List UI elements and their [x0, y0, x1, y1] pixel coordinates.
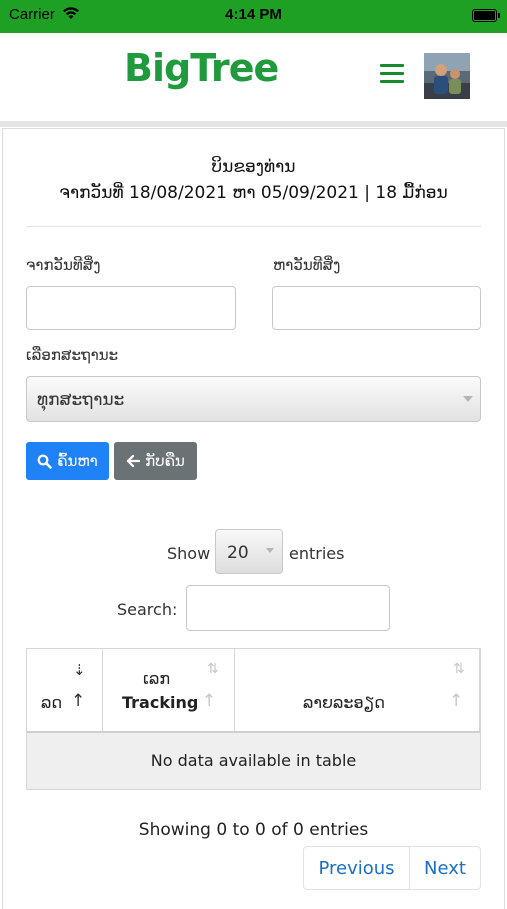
table-row: No data available in table — [27, 733, 480, 789]
chevron-down-icon — [262, 544, 274, 560]
column-label-tracking-line2: Tracking — [122, 693, 199, 712]
column-header-details[interactable]: ລາຍລະອຽດ ⇅ ↑ — [235, 649, 480, 731]
clock: 4:14 PM — [225, 6, 282, 23]
avatar-photo — [424, 53, 470, 99]
back-button[interactable]: ກັບຄືນ — [114, 442, 197, 480]
arrow-left-icon — [127, 454, 141, 468]
search-icon — [37, 454, 53, 469]
page-title: ບິນຂອງທ່ານ — [211, 157, 296, 177]
status-select[interactable]: ທຸກສະຖານະ — [26, 376, 481, 422]
sort-asc-icon: ↑ — [202, 691, 217, 711]
column-label-tracking-line1: ເລກ — [143, 669, 171, 688]
table-search-label: Search: — [117, 600, 178, 619]
data-table: ⇣ ລດ ↑ ເລກ Tracking ⇅ ↑ ລາຍລະອຽດ ⇅ ↑ No … — [26, 648, 481, 790]
logo-text-part-1: BigTr — [124, 46, 230, 90]
sort-desc-icon: ⇣ — [73, 661, 86, 679]
user-avatar[interactable] — [424, 53, 470, 99]
to-date-input[interactable] — [272, 286, 481, 330]
sort-both-icon: ⇅ — [207, 661, 219, 677]
back-button-label: ກັບຄືນ — [145, 452, 185, 470]
search-button-label: ຄົ້ນຫາ — [57, 452, 98, 470]
column-label-number: ລດ — [41, 693, 63, 712]
date-range-summary: ຈາກວັນທີ່ 18/08/2021 ຫາ 05/09/2021 | 18 … — [59, 183, 448, 203]
search-button[interactable]: ຄົ້ນຫາ — [26, 442, 109, 480]
next-page-button[interactable]: Next — [409, 846, 481, 890]
column-label-details: ລາຍລະອຽດ — [303, 693, 385, 712]
logo-text-part-2: ee — [228, 46, 280, 90]
content-card — [2, 128, 505, 909]
bigtree-logo[interactable]: BigTree — [124, 46, 280, 90]
table-search-input[interactable] — [186, 585, 390, 631]
chevron-down-icon — [456, 377, 480, 421]
column-header-number[interactable]: ⇣ ລດ ↑ — [27, 649, 103, 731]
show-label: Show — [167, 544, 211, 563]
from-date-label: ຈາກວັນທີສິ່ງ — [26, 256, 101, 274]
page-length-value: 20 — [227, 543, 249, 563]
section-divider — [26, 226, 481, 227]
status-bar: Carrier 4:14 PM — [0, 0, 507, 33]
table-info: Showing 0 to 0 of 0 entries — [138, 820, 369, 840]
to-date-label: ຫາວັນທີສິ່ງ — [273, 256, 341, 274]
status-select-label: ເລືອກສະຖານະ — [26, 346, 119, 364]
sort-both-icon: ⇅ — [453, 661, 465, 677]
column-header-tracking[interactable]: ເລກ Tracking ⇅ ↑ — [103, 649, 235, 731]
hamburger-icon[interactable] — [380, 64, 404, 84]
entries-label: entries — [289, 544, 345, 563]
page-length-select[interactable]: 20 — [215, 529, 283, 574]
sort-asc-icon: ↑ — [71, 691, 86, 711]
from-date-input[interactable] — [26, 286, 236, 330]
previous-page-button[interactable]: Previous — [303, 846, 410, 890]
sort-asc-icon: ↑ — [449, 691, 464, 711]
status-select-value: ທຸກສະຖານະ — [37, 390, 125, 410]
battery-icon — [472, 9, 500, 22]
header-divider — [0, 121, 507, 127]
empty-table-message: No data available in table — [150, 751, 357, 770]
